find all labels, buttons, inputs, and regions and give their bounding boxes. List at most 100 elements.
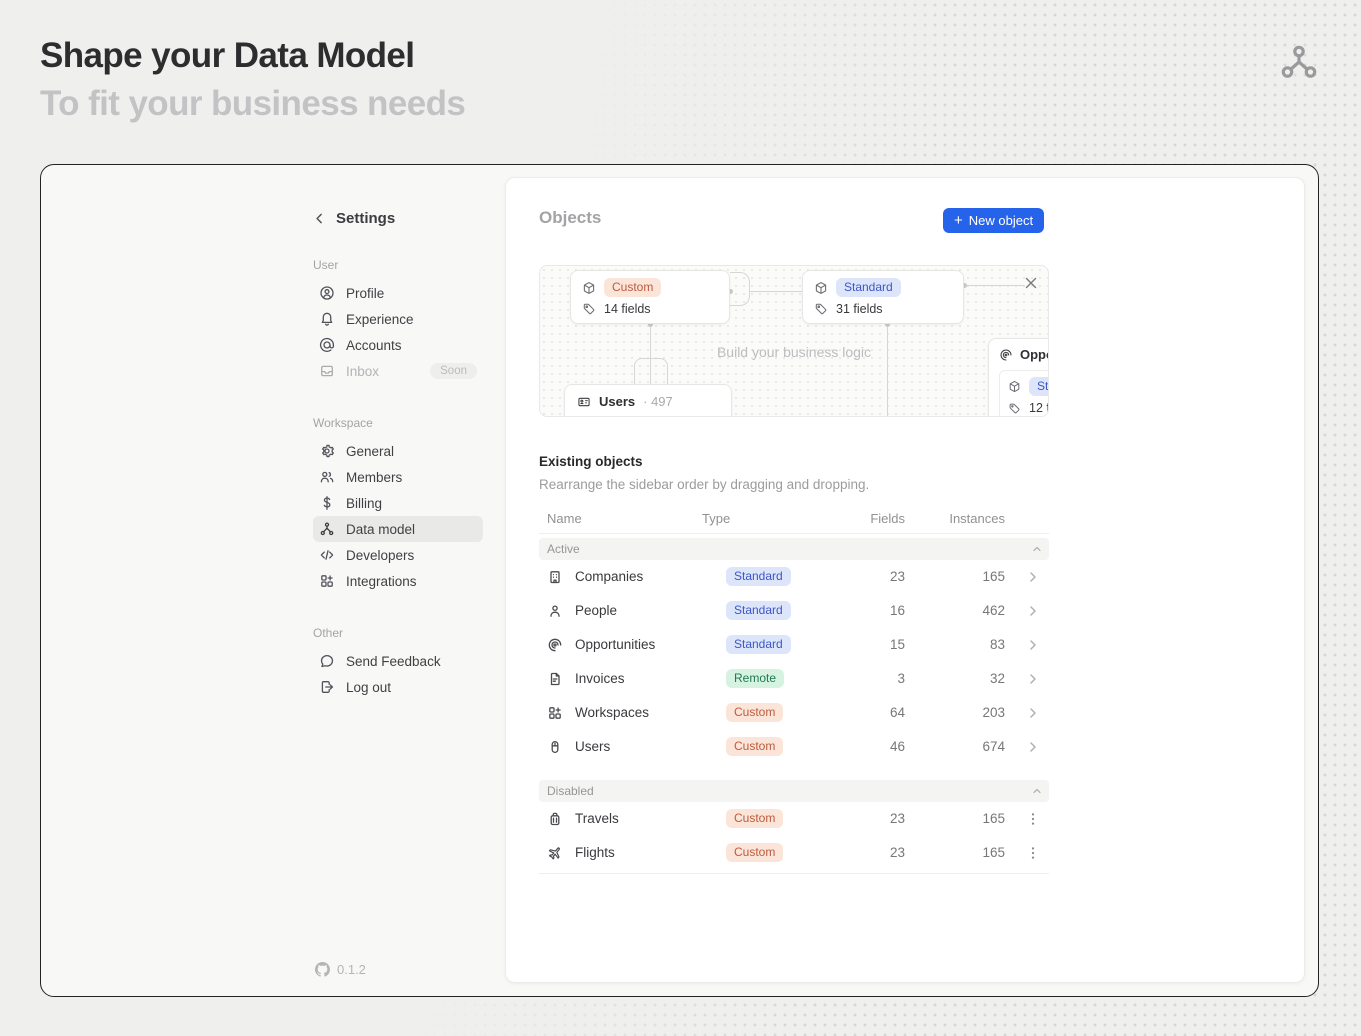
instances-value: 203 [919,705,1005,720]
settings-sidebar: Settings User Profile Experience Account… [313,208,483,700]
mouse-icon [547,739,563,755]
sidebar-item-general[interactable]: General [313,438,483,464]
sidebar-item-data-model[interactable]: Data model [313,516,483,542]
sidebar-item-experience[interactable]: Experience [313,306,483,332]
connector-line [964,285,1024,286]
table-row[interactable]: People Standard 16 462 [539,594,1049,628]
type-badge: Standard [726,635,791,654]
sidebar-item-inbox[interactable]: Inbox Soon [313,358,483,384]
type-badge: Standard [726,567,791,586]
fields-value: 64 [819,705,905,720]
node-name: Users [599,394,635,409]
cube-icon [582,281,596,295]
chevron-right-icon[interactable] [1025,569,1041,585]
gear-icon [319,443,335,459]
new-object-label: New object [969,213,1033,228]
sidebar-item-profile[interactable]: Profile [313,280,483,306]
instances-value: 165 [919,845,1005,860]
chevron-right-icon[interactable] [1025,637,1041,653]
instances-value: 32 [919,671,1005,686]
target-icon [547,637,563,653]
page-title: Shape your Data Model [40,36,414,76]
code-icon [319,547,335,563]
page-background: Shape your Data Model To fit your busine… [0,0,1361,1036]
type-badge: Custom [726,809,783,828]
panel-title: Objects [539,208,601,228]
settings-window: Settings User Profile Experience Account… [40,164,1319,997]
fields-value: 16 [819,603,905,618]
users-icon [319,469,335,485]
banner-node-opportunities[interactable]: Opportunities Standard 12 fields [988,338,1049,417]
logout-icon [319,679,335,695]
group-label: Active [547,542,580,556]
sidebar-item-label: Integrations [346,574,417,589]
tag-icon [814,302,828,316]
settings-back-button[interactable]: Settings [313,208,483,228]
sidebar-item-members[interactable]: Members [313,464,483,490]
instances-value: 83 [919,637,1005,652]
object-name: Flights [575,845,615,860]
kebab-menu-icon[interactable] [1025,845,1041,861]
sidebar-item-log-out[interactable]: Log out [313,674,483,700]
type-badge: Custom [726,737,783,756]
airplane-icon [547,845,563,861]
instances-value: 165 [919,569,1005,584]
table-row[interactable]: Opportunities Standard 15 83 [539,628,1049,662]
group-row-disabled[interactable]: Disabled [539,780,1049,802]
table-row[interactable]: Flights Custom 23 165 [539,836,1049,870]
chevron-right-icon[interactable] [1025,603,1041,619]
instances-value: 674 [919,739,1005,754]
sidebar-item-label: Inbox [346,364,379,379]
sidebar-item-label: Data model [346,522,415,537]
table-row[interactable]: Invoices Remote 3 32 [539,662,1049,696]
nested-card: Standard 12 fields [999,370,1049,417]
type-badge: Custom [604,278,661,297]
connector-line [749,291,802,292]
chevron-up-icon[interactable] [1031,785,1043,797]
table-row[interactable]: Users Custom 46 674 [539,730,1049,764]
document-icon [547,671,563,687]
sidebar-item-integrations[interactable]: Integrations [313,568,483,594]
node-count: · 497 [643,394,673,409]
section-label-other: Other [313,626,483,642]
soon-badge: Soon [430,363,477,379]
integrations-icon [319,573,335,589]
object-name: Users [575,739,610,754]
data-model-icon [1280,42,1318,82]
close-icon[interactable] [1023,275,1039,291]
fields-value: 46 [819,739,905,754]
chevron-right-icon[interactable] [1025,671,1041,687]
sidebar-item-accounts[interactable]: Accounts [313,332,483,358]
fields-value: 23 [819,569,905,584]
type-badge: Standard [1029,377,1049,396]
kebab-menu-icon[interactable] [1025,811,1041,827]
objects-table: Name Type Fields Instances Active Compan… [539,508,1049,874]
object-name: People [575,603,617,618]
tag-icon [1008,402,1021,415]
bell-icon [319,311,335,327]
banner-node-custom[interactable]: Custom 14 fields [570,270,730,324]
fields-count: 14 fields [604,302,651,316]
banner-node-standard[interactable]: Standard 31 fields [802,270,964,324]
cube-icon [1008,380,1021,393]
target-icon [999,348,1013,362]
group-row-active[interactable]: Active [539,538,1049,560]
object-name: Workspaces [575,705,649,720]
sidebar-item-send-feedback[interactable]: Send Feedback [313,648,483,674]
table-row[interactable]: Travels Custom 23 165 [539,802,1049,836]
new-object-button[interactable]: + New object [943,208,1044,233]
sidebar-item-billing[interactable]: Billing [313,490,483,516]
sidebar-item-developers[interactable]: Developers [313,542,483,568]
inbox-icon [319,363,335,379]
building-icon [547,569,563,585]
table-row[interactable]: Workspaces Custom 64 203 [539,696,1049,730]
type-badge: Standard [836,278,901,297]
sidebar-item-label: Log out [346,680,391,695]
chevron-right-icon[interactable] [1025,739,1041,755]
table-row[interactable]: Companies Standard 23 165 [539,560,1049,594]
banner-node-users[interactable]: Users · 497 [564,384,732,417]
sidebar-item-label: Billing [346,496,382,511]
sidebar-item-label: Profile [346,286,384,301]
chevron-up-icon[interactable] [1031,543,1043,555]
chevron-right-icon[interactable] [1025,705,1041,721]
